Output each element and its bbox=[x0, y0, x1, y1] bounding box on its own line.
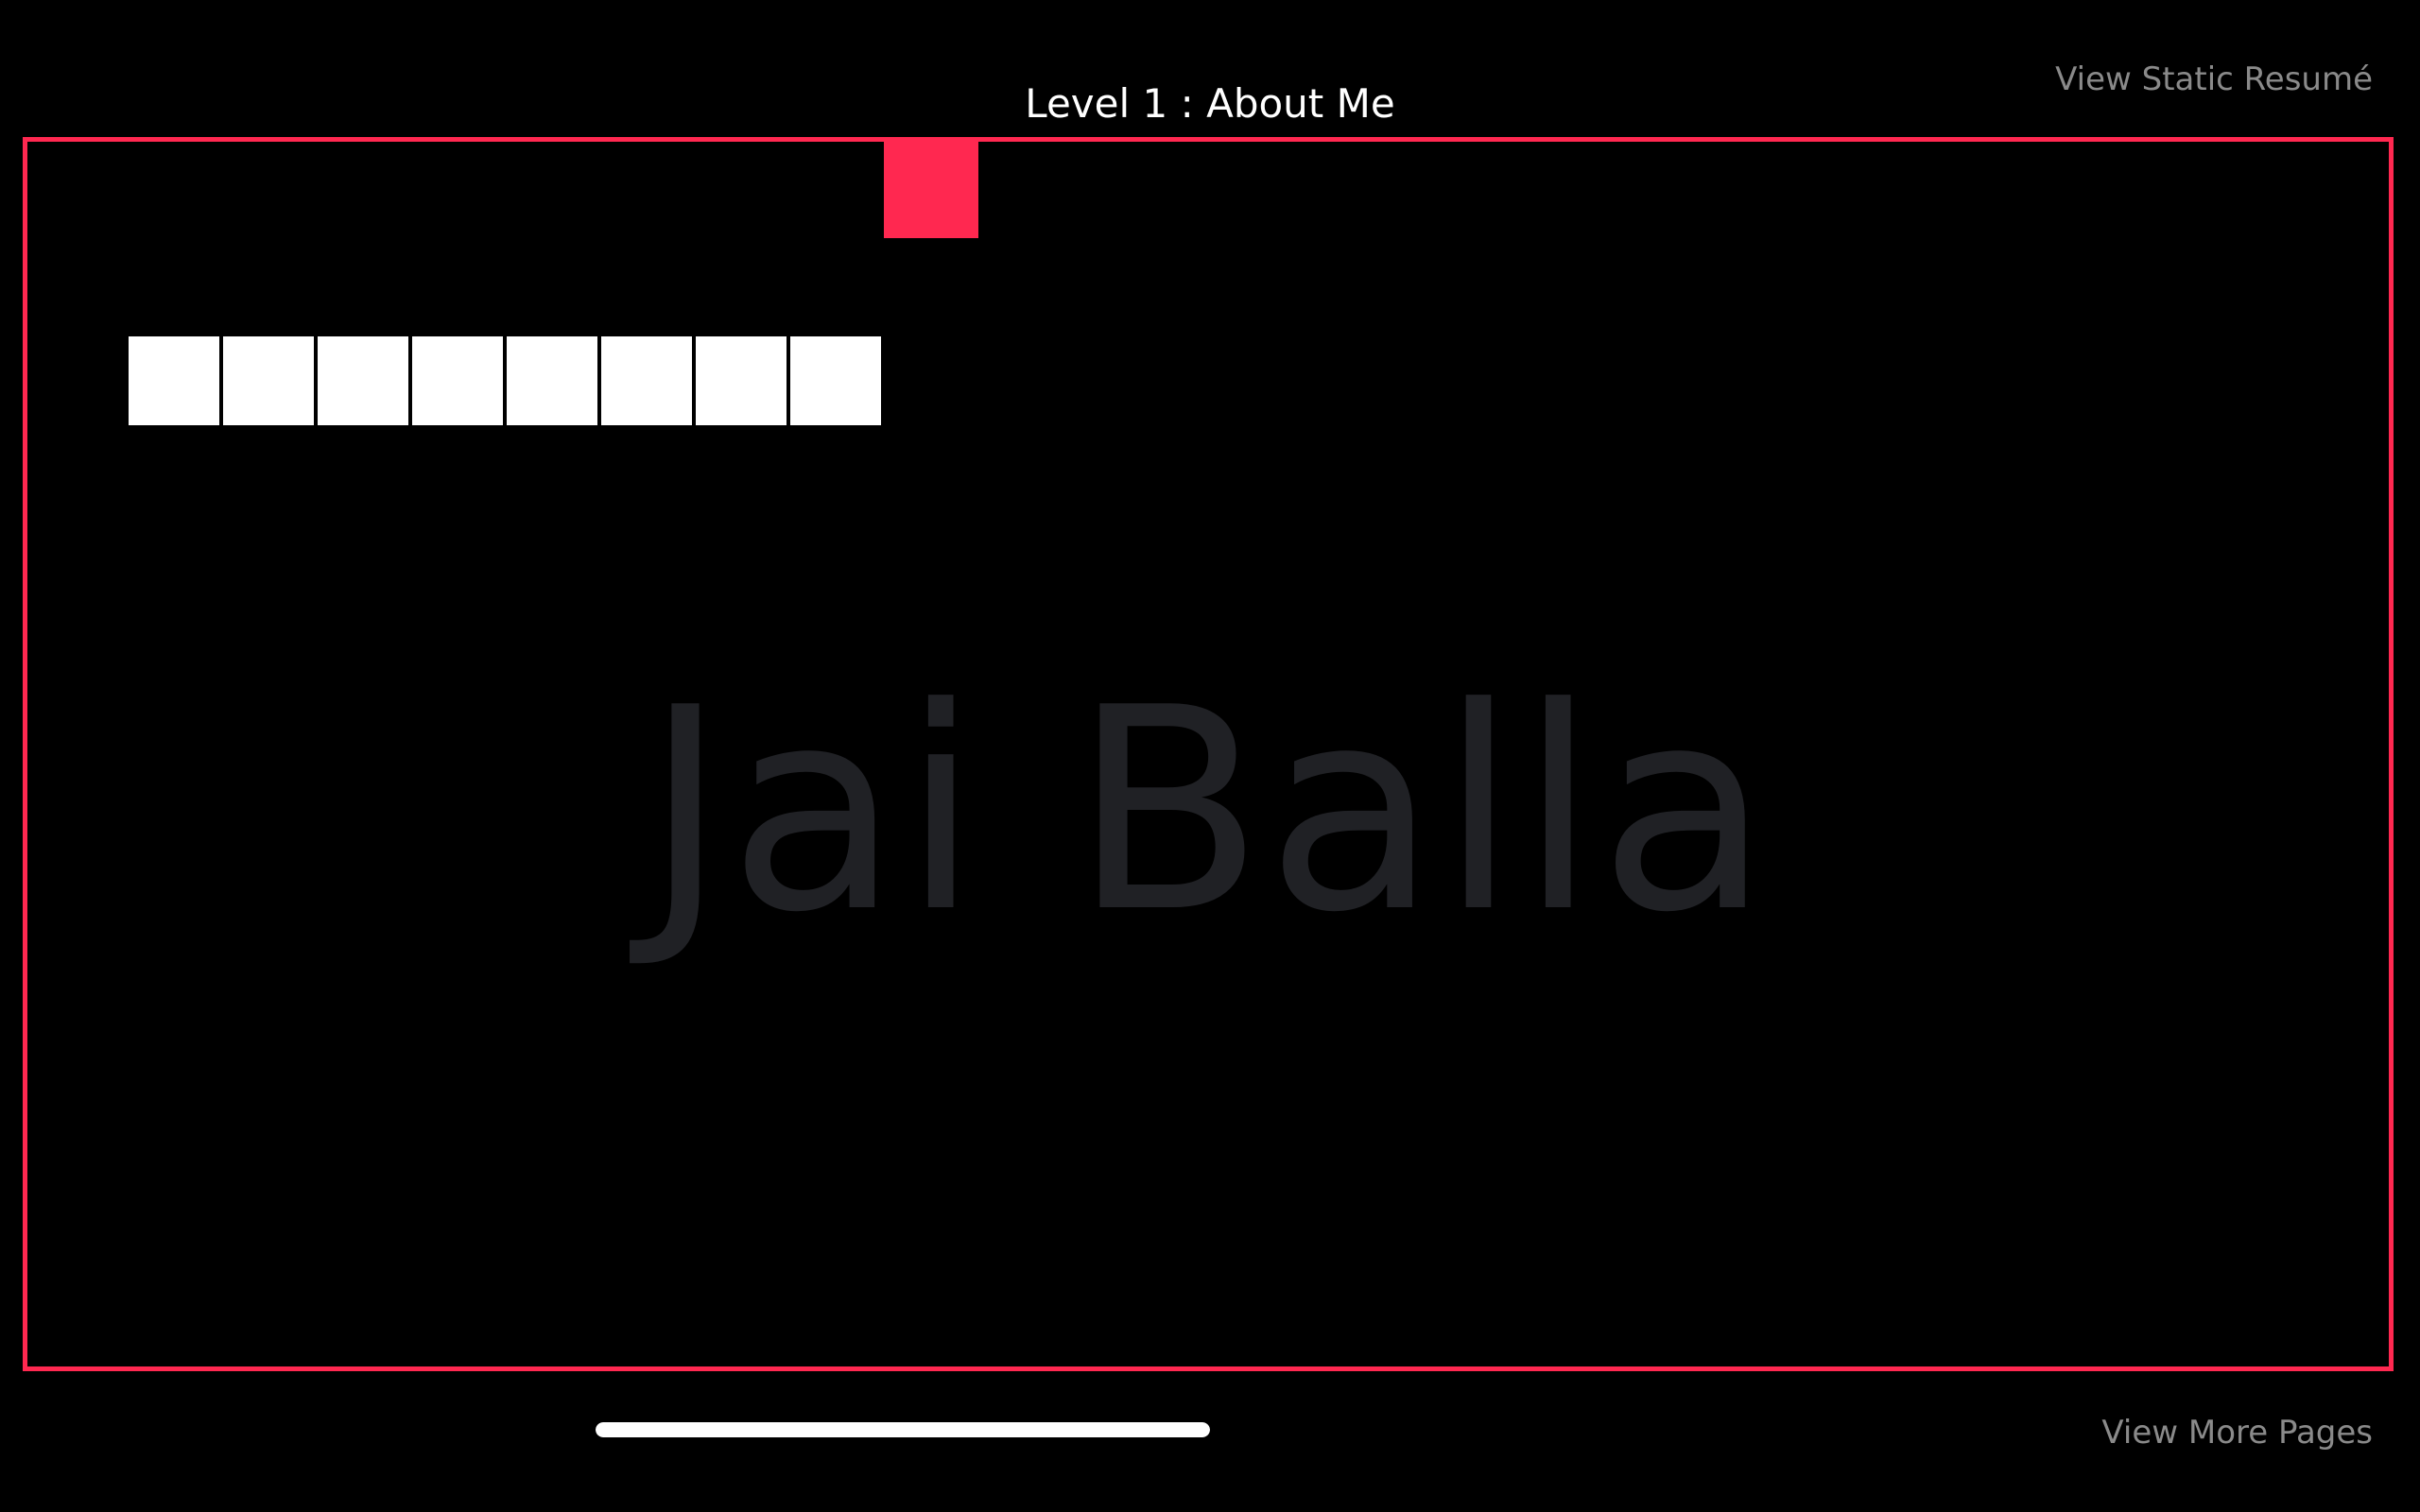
brick bbox=[223, 336, 314, 425]
progress-bar bbox=[596, 1422, 1210, 1437]
view-static-resume-link[interactable]: View Static Resumé bbox=[2055, 59, 2373, 100]
brick bbox=[696, 336, 786, 425]
game-arena[interactable]: Jai Balla bbox=[23, 137, 2394, 1371]
view-more-pages-link[interactable]: View More Pages bbox=[2101, 1412, 2373, 1453]
background-name-text: Jai Balla bbox=[644, 647, 1772, 973]
brick bbox=[412, 336, 503, 425]
brick bbox=[507, 336, 597, 425]
progress-bar-fill bbox=[596, 1422, 1210, 1437]
brick bbox=[318, 336, 408, 425]
paddle[interactable] bbox=[884, 142, 978, 238]
brick bbox=[129, 336, 219, 425]
game-page: Level 1 : About Me View Static Resumé Ja… bbox=[0, 0, 2420, 1512]
brick bbox=[601, 336, 692, 425]
brick bbox=[790, 336, 881, 425]
brick-row bbox=[129, 336, 881, 425]
